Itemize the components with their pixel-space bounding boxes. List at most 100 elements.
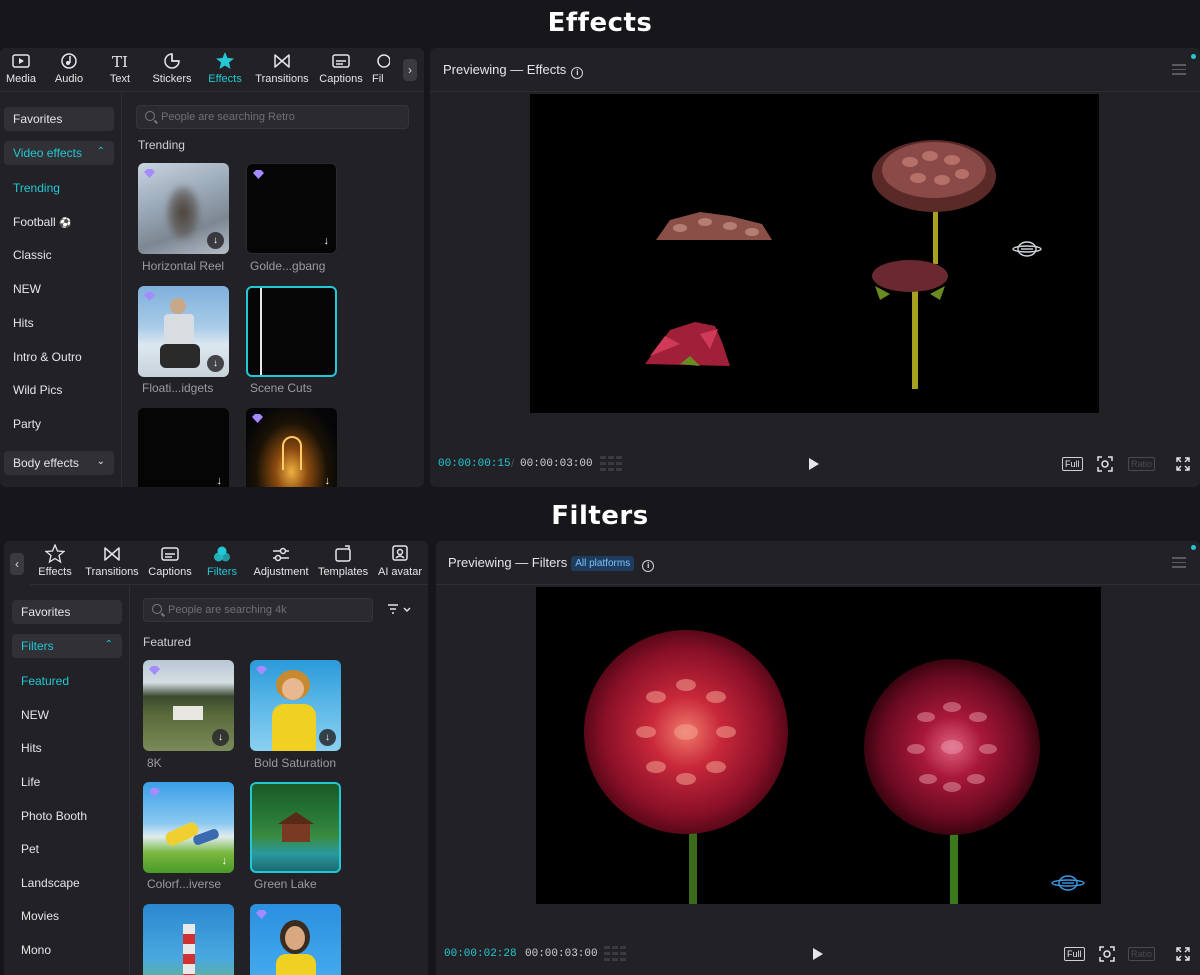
sidebar-item-intro-outro[interactable]: Intro & Outro bbox=[13, 350, 82, 364]
effects-search-input[interactable]: People are searching Retro bbox=[136, 105, 409, 129]
info-icon[interactable]: i bbox=[571, 67, 584, 79]
filter-thumb-colorful-universe[interactable]: ↓ bbox=[143, 782, 234, 873]
full-quality-toggle[interactable]: Full bbox=[1064, 947, 1085, 961]
fullscreen-icon[interactable] bbox=[1175, 946, 1191, 962]
thumb-figure-head bbox=[170, 298, 186, 314]
sidebar-item-hits[interactable]: Hits bbox=[13, 316, 34, 330]
download-icon[interactable]: ↓ bbox=[222, 855, 228, 867]
download-icon[interactable]: ↓ bbox=[324, 235, 330, 247]
tab-text[interactable]: TI Text bbox=[96, 48, 144, 91]
info-icon[interactable]: i bbox=[642, 560, 655, 572]
tab-effects[interactable]: Effects bbox=[30, 541, 80, 584]
filter-label-green-lake: Green Lake bbox=[254, 877, 317, 891]
tab-stickers-label: Stickers bbox=[152, 73, 192, 85]
ratio-button[interactable]: Ratio bbox=[1128, 457, 1156, 471]
effect-thumb-golden-gbang[interactable]: ↓ bbox=[246, 163, 337, 254]
captions-icon bbox=[161, 547, 179, 561]
effect-thumb-horizontal-reel[interactable]: ↓ bbox=[138, 163, 229, 254]
effects-preview-panel: Previewing — Effects i 00:00:00:15 / 00:… bbox=[430, 48, 1200, 487]
sidebar-item-classic[interactable]: Classic bbox=[13, 248, 52, 262]
ratio-button[interactable]: Ratio bbox=[1128, 947, 1156, 961]
filter-thumb-row3-2[interactable] bbox=[250, 904, 341, 975]
sidebar-item-party[interactable]: Party bbox=[13, 417, 41, 431]
tab-templates[interactable]: Templates bbox=[314, 541, 372, 584]
sidebar-favorites[interactable]: Favorites bbox=[4, 107, 114, 131]
tab-adjustment[interactable]: Adjustment bbox=[248, 541, 314, 584]
thumb-figure-legs bbox=[160, 344, 200, 368]
sidebar-item-movies[interactable]: Movies bbox=[21, 909, 59, 923]
tab-filters-partial[interactable]: Fil bbox=[368, 48, 390, 91]
toolbar-scroll-right-button[interactable]: › bbox=[403, 59, 417, 81]
thumb-face bbox=[285, 926, 305, 950]
sidebar-item-new[interactable]: NEW bbox=[13, 282, 41, 296]
effect-label-floating-widgets: Floati...idgets bbox=[142, 381, 214, 395]
sidebar-body-effects[interactable]: Body effects ⌄ bbox=[4, 451, 114, 475]
sidebar-item-life[interactable]: Life bbox=[21, 775, 40, 789]
search-icon bbox=[152, 604, 162, 614]
tab-audio[interactable]: Audio bbox=[42, 48, 96, 91]
platform-badge[interactable]: All platforms bbox=[571, 556, 635, 571]
toolbar-scroll-left-button[interactable]: ‹ bbox=[10, 553, 24, 575]
sidebar-item-featured[interactable]: Featured bbox=[21, 674, 69, 688]
fullscreen-icon[interactable] bbox=[1175, 456, 1191, 472]
sidebar-item-trending[interactable]: Trending bbox=[13, 181, 60, 195]
sidebar-favorites-label: Favorites bbox=[13, 112, 63, 126]
sidebar-item-pet[interactable]: Pet bbox=[21, 842, 39, 856]
sidebar-item-hits[interactable]: Hits bbox=[21, 741, 42, 755]
tab-adjustment-label: Adjustment bbox=[253, 566, 309, 578]
screenshot-icon[interactable] bbox=[1099, 946, 1115, 962]
current-time: 00:00:00:15 bbox=[438, 458, 511, 470]
filter-thumb-row3-1[interactable] bbox=[143, 904, 234, 975]
tab-transitions[interactable]: Transitions bbox=[250, 48, 314, 91]
timecode-grid-icon[interactable] bbox=[600, 456, 622, 472]
filters-section-title: Filters bbox=[551, 501, 649, 531]
sidebar-favorites-label: Favorites bbox=[21, 605, 71, 619]
full-quality-toggle[interactable]: Full bbox=[1062, 457, 1083, 471]
sidebar-item-landscape[interactable]: Landscape bbox=[21, 876, 80, 890]
sidebar-favorites[interactable]: Favorites bbox=[12, 600, 122, 624]
download-icon[interactable]: ↓ bbox=[319, 729, 336, 746]
tab-effects[interactable]: Effects bbox=[200, 48, 250, 91]
filters-preview-canvas bbox=[536, 587, 1101, 904]
tab-captions[interactable]: Captions bbox=[144, 541, 196, 584]
sidebar-item-football[interactable]: Football ⚽ bbox=[13, 215, 72, 229]
sidebar-filters[interactable]: Filters ⌃ bbox=[12, 634, 122, 658]
download-icon[interactable]: ↓ bbox=[212, 729, 229, 746]
screenshot-icon[interactable] bbox=[1097, 456, 1113, 472]
download-icon[interactable]: ↓ bbox=[207, 232, 224, 249]
premium-icon bbox=[149, 788, 160, 797]
filters-search-input[interactable]: People are searching 4k bbox=[143, 598, 373, 622]
effect-thumb-floating-widgets[interactable]: ↓ bbox=[138, 286, 229, 377]
tab-filters[interactable]: Filters bbox=[196, 541, 248, 584]
sidebar-item-wild-pics[interactable]: Wild Pics bbox=[13, 383, 62, 397]
tab-captions[interactable]: Captions bbox=[314, 48, 368, 91]
sidebar-item-new[interactable]: NEW bbox=[21, 708, 49, 722]
play-button[interactable] bbox=[813, 948, 823, 960]
filter-thumb-8k[interactable]: ↓ bbox=[143, 660, 234, 751]
hamburger-menu-icon[interactable] bbox=[1172, 64, 1186, 78]
play-button[interactable] bbox=[809, 458, 819, 470]
filter-thumb-bold-saturation[interactable]: ↓ bbox=[250, 660, 341, 751]
sidebar-item-photo-booth[interactable]: Photo Booth bbox=[21, 809, 87, 823]
hamburger-menu-icon[interactable] bbox=[1172, 557, 1186, 571]
watermark-logo bbox=[1051, 875, 1085, 891]
tab-stickers[interactable]: Stickers bbox=[144, 48, 200, 91]
filter-thumb-green-lake[interactable] bbox=[250, 782, 341, 873]
download-icon[interactable]: ↓ bbox=[207, 355, 224, 372]
tab-transitions[interactable]: Transitions bbox=[80, 541, 144, 584]
effect-thumb-row3-2[interactable]: ↓ bbox=[246, 408, 337, 487]
effects-preview-title: Previewing — Effects i bbox=[443, 62, 584, 79]
timecode-grid-icon[interactable] bbox=[604, 946, 626, 962]
download-icon[interactable]: ↓ bbox=[325, 475, 331, 487]
premium-icon bbox=[252, 414, 263, 423]
effect-thumb-row3-1[interactable]: ↓ bbox=[138, 408, 229, 487]
tab-ai-avatar[interactable]: AI avatar bbox=[372, 541, 428, 584]
sidebar-item-mono[interactable]: Mono bbox=[21, 943, 51, 957]
sidebar-video-effects[interactable]: Video effects ⌃ bbox=[4, 141, 114, 165]
download-icon[interactable]: ↓ bbox=[217, 475, 223, 487]
tab-media[interactable]: Media bbox=[0, 48, 42, 91]
effect-thumb-scene-cuts[interactable] bbox=[246, 286, 337, 377]
filter-sort-icon[interactable] bbox=[387, 603, 413, 617]
dahlia-flowers-image bbox=[584, 630, 1085, 904]
effect-label-golden-gbang: Golde...gbang bbox=[250, 259, 326, 273]
